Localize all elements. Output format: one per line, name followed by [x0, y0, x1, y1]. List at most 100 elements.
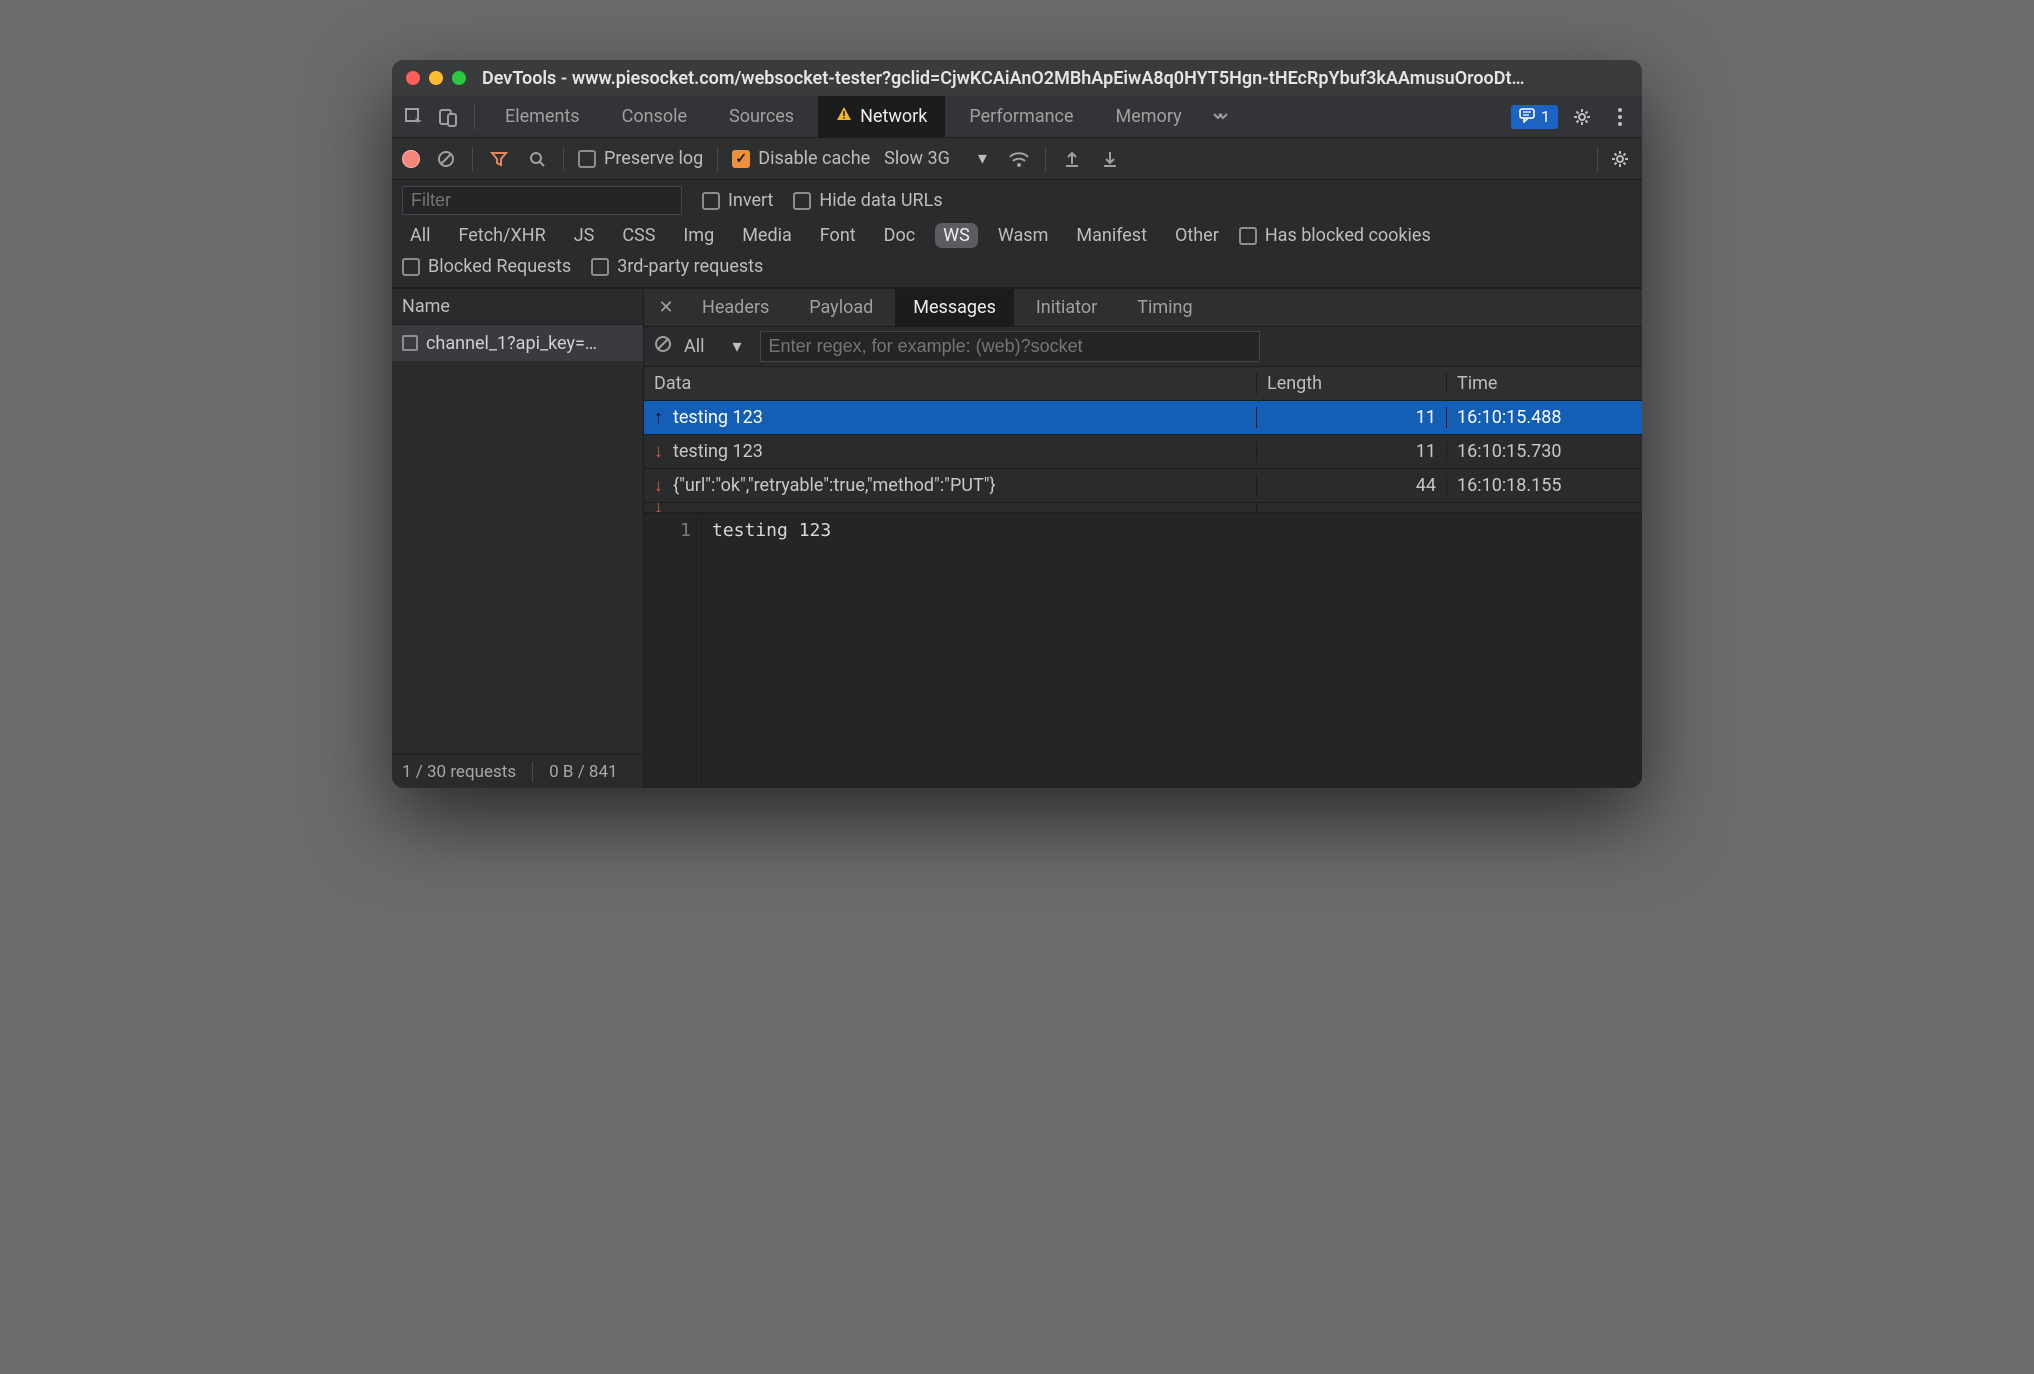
message-row[interactable]: ↓{"url":"ok","retryable":true,"method":"… — [644, 469, 1642, 503]
message-data: testing 123 — [673, 441, 763, 462]
close-detail-icon[interactable]: ✕ — [652, 297, 680, 318]
kebab-menu-icon[interactable] — [1606, 103, 1634, 131]
devtools-window: DevTools - www.piesocket.com/websocket-t… — [392, 60, 1642, 788]
device-toggle-icon[interactable] — [434, 103, 462, 131]
chevron-down-icon: ▾ — [733, 336, 742, 357]
minimize-window-button[interactable] — [429, 71, 443, 85]
message-data: testing 123 — [673, 407, 763, 428]
filter-type-doc[interactable]: Doc — [876, 223, 924, 248]
third-party-label: 3rd-party requests — [617, 256, 763, 277]
settings-gear-icon[interactable] — [1568, 103, 1596, 131]
upload-har-icon[interactable] — [1060, 147, 1084, 171]
hide-data-urls-checkbox[interactable]: Hide data URLs — [793, 190, 942, 211]
filter-type-manifest[interactable]: Manifest — [1068, 223, 1155, 248]
tab-console[interactable]: Console — [604, 96, 705, 138]
request-row[interactable]: channel_1?api_key=… — [392, 325, 643, 361]
col-length-header[interactable]: Length — [1257, 373, 1447, 394]
tab-console-label: Console — [622, 106, 687, 127]
throttling-value: Slow 3G — [884, 148, 950, 169]
maximize-window-button[interactable] — [452, 71, 466, 85]
filter-type-img[interactable]: Img — [675, 223, 722, 248]
filter-type-css[interactable]: CSS — [614, 223, 663, 248]
messages-filter-select[interactable]: All ▾ — [684, 336, 748, 357]
message-length: 44 — [1257, 475, 1447, 496]
messages-table: Data Length Time ↑ testing 123 11 16:10:1… — [644, 367, 1642, 514]
arrow-up-icon: ↑ — [654, 407, 663, 428]
record-button[interactable] — [402, 150, 420, 168]
tab-sources-label: Sources — [729, 106, 794, 127]
has-blocked-cookies-checkbox[interactable]: Has blocked cookies — [1239, 225, 1431, 246]
tab-elements[interactable]: Elements — [487, 96, 598, 138]
main-split: Name channel_1?api_key=… 1 / 30 requests… — [392, 288, 1642, 788]
network-conditions-icon[interactable] — [1007, 147, 1031, 171]
detail-tab-timing-label: Timing — [1137, 297, 1192, 318]
message-detail-pane: 1 testing 123 — [644, 514, 1642, 788]
filter-type-all[interactable]: All — [402, 223, 439, 248]
arrow-down-icon: ↓ — [654, 503, 663, 513]
clear-icon[interactable] — [434, 147, 458, 171]
filter-icon[interactable] — [487, 147, 511, 171]
tab-performance-label: Performance — [969, 106, 1073, 127]
divider — [474, 104, 475, 130]
request-name: channel_1?api_key=… — [426, 333, 597, 354]
tab-sources[interactable]: Sources — [711, 96, 812, 138]
traffic-lights — [406, 71, 466, 85]
main-tabbar: Elements Console Sources Network Perform… — [392, 96, 1642, 138]
filter-type-wasm[interactable]: Wasm — [990, 223, 1057, 248]
col-time-header[interactable]: Time — [1447, 373, 1642, 394]
disable-cache-checkbox[interactable]: Disable cache — [732, 148, 870, 169]
detail-tab-headers[interactable]: Headers — [684, 289, 787, 327]
tab-performance[interactable]: Performance — [951, 96, 1091, 138]
name-column-header[interactable]: Name — [392, 289, 643, 325]
filter-input[interactable] — [402, 186, 682, 215]
message-detail-content[interactable]: testing 123 — [702, 514, 841, 788]
issues-badge[interactable]: 1 — [1511, 105, 1558, 129]
throttling-select[interactable]: Slow 3G ▾ — [884, 148, 993, 169]
message-time: 16:10:18.155 — [1447, 475, 1642, 496]
tab-memory-label: Memory — [1116, 106, 1182, 127]
detail-tab-timing[interactable]: Timing — [1119, 289, 1210, 327]
filter-type-ws[interactable]: WS — [935, 223, 978, 248]
message-row[interactable]: ↓testing 123 11 16:10:15.730 — [644, 435, 1642, 469]
detail-tab-headers-label: Headers — [702, 297, 769, 318]
detail-tab-payload-label: Payload — [809, 297, 873, 318]
warning-icon — [836, 106, 852, 127]
tab-memory[interactable]: Memory — [1098, 96, 1200, 138]
filter-type-js[interactable]: JS — [566, 223, 603, 248]
invert-checkbox[interactable]: Invert — [702, 190, 773, 211]
download-har-icon[interactable] — [1098, 147, 1122, 171]
chevron-down-icon: ▾ — [978, 148, 987, 169]
clear-messages-icon[interactable] — [654, 335, 672, 358]
close-window-button[interactable] — [406, 71, 420, 85]
detail-tab-initiator[interactable]: Initiator — [1018, 289, 1115, 327]
disable-cache-label: Disable cache — [758, 148, 870, 169]
detail-tab-initiator-label: Initiator — [1036, 297, 1097, 318]
message-row[interactable]: ↑testing 123 11 16:10:15.488 — [644, 401, 1642, 435]
detail-tab-messages[interactable]: Messages — [895, 289, 1014, 327]
inspect-element-icon[interactable] — [400, 103, 428, 131]
tab-elements-label: Elements — [505, 106, 580, 127]
divider — [563, 147, 564, 171]
third-party-checkbox[interactable]: 3rd-party requests — [591, 256, 763, 277]
filter-type-font[interactable]: Font — [812, 223, 864, 248]
divider — [1597, 147, 1598, 171]
has-blocked-cookies-label: Has blocked cookies — [1265, 225, 1431, 246]
search-icon[interactable] — [525, 147, 549, 171]
col-data-header[interactable]: Data — [644, 373, 1257, 394]
chat-icon — [1519, 107, 1535, 127]
tab-network[interactable]: Network — [818, 96, 945, 138]
detail-tab-payload[interactable]: Payload — [791, 289, 891, 327]
filter-type-media[interactable]: Media — [734, 223, 800, 248]
panel-settings-gear-icon[interactable] — [1608, 147, 1632, 171]
regex-input[interactable] — [760, 331, 1260, 362]
filter-type-other[interactable]: Other — [1167, 223, 1227, 248]
preserve-log-checkbox[interactable]: Preserve log — [578, 148, 703, 169]
more-tabs-chevron-icon[interactable] — [1206, 103, 1234, 131]
messages-header-row: Data Length Time — [644, 367, 1642, 401]
message-length: 11 — [1257, 441, 1447, 462]
message-row-partial[interactable]: ↓ — [644, 503, 1642, 513]
preserve-log-label: Preserve log — [604, 148, 703, 169]
blocked-requests-checkbox[interactable]: Blocked Requests — [402, 256, 571, 277]
titlebar: DevTools - www.piesocket.com/websocket-t… — [392, 60, 1642, 96]
filter-type-fetchxhr[interactable]: Fetch/XHR — [451, 223, 554, 248]
